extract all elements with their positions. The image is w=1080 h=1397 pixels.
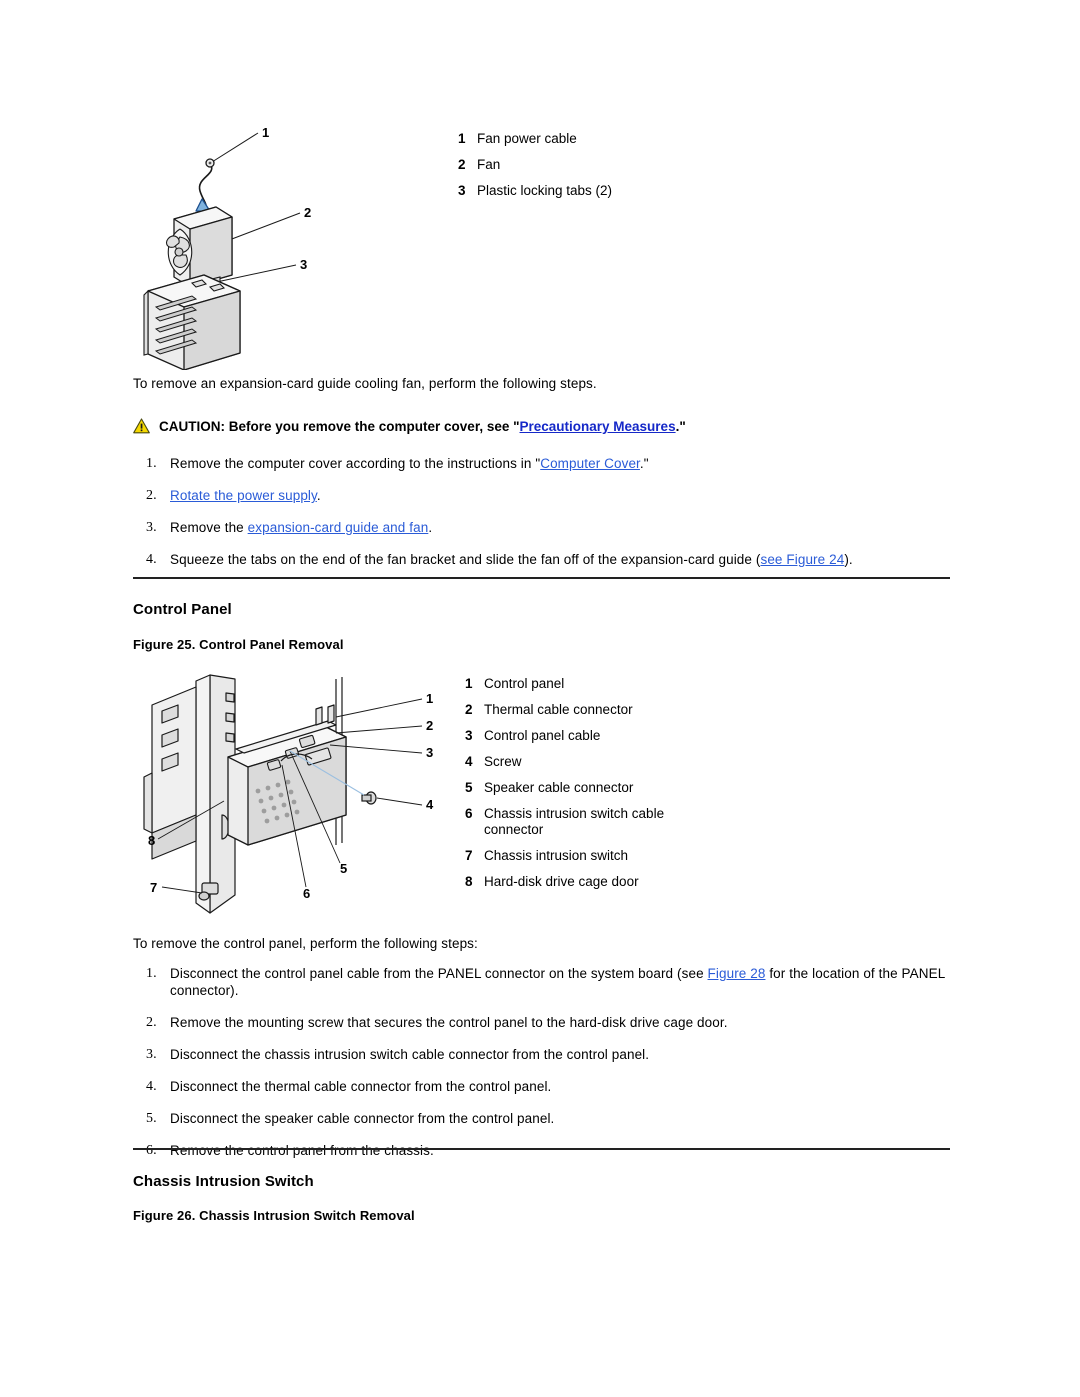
step-text: Remove the computer cover according to t… (170, 456, 541, 471)
step-text: ). (844, 552, 853, 567)
legend-label: Hard-disk drive cage door (484, 874, 639, 889)
step-text: Remove the mounting screw that secures t… (170, 1015, 728, 1030)
link-figure-28[interactable]: Figure 28 (708, 966, 766, 981)
link-precautionary-measures[interactable]: Precautionary Measures (520, 419, 676, 434)
step-text: . (428, 520, 433, 535)
caution-suffix: ." (675, 419, 686, 434)
fan-removal-illustration: 1 2 3 (140, 115, 340, 371)
step-text: Squeeze the tabs on the end of the fan b… (170, 552, 761, 567)
legend-number: 4 (465, 754, 473, 769)
svg-text:5: 5 (340, 861, 347, 876)
legend-number: 5 (465, 780, 473, 795)
svg-text:3: 3 (300, 257, 307, 272)
step-text: ." (639, 456, 649, 471)
svg-text:1: 1 (262, 125, 269, 140)
section-divider-chassis-intrusion (133, 1148, 950, 1150)
caution-banner: CAUTION: Before you remove the computer … (133, 417, 950, 438)
svg-text:1: 1 (426, 691, 433, 706)
svg-text:2: 2 (426, 718, 433, 733)
legend-label: Chassis intrusion switch cable connector (484, 806, 665, 837)
legend-number: 6 (465, 806, 473, 821)
svg-text:6: 6 (303, 886, 310, 901)
legend-label: Fan (477, 157, 501, 172)
svg-text:7: 7 (150, 880, 157, 895)
svg-text:8: 8 (148, 833, 155, 848)
fan-removal-steps: Remove the computer cover according to t… (133, 455, 950, 583)
step-item: Disconnect the thermal cable connector f… (133, 1078, 950, 1095)
legend-label: Chassis intrusion switch (484, 848, 629, 863)
legend-label: Fan power cable (477, 131, 577, 146)
legend-label: Screw (484, 754, 522, 769)
step-text: . (316, 488, 321, 503)
control-panel-removal-steps: Disconnect the control panel cable from … (133, 965, 950, 1174)
step-item: Disconnect the speaker cable connector f… (133, 1110, 950, 1127)
svg-text:3: 3 (426, 745, 433, 760)
caution-prefix: CAUTION: Before you remove the computer … (159, 419, 520, 434)
legend-item: 2 Thermal cable connector (465, 702, 715, 718)
step-item: Remove the mounting screw that secures t… (133, 1014, 950, 1031)
legend-item: 3 Plastic locking tabs (2) (458, 183, 758, 199)
figure-25-caption: Figure 25. Control Panel Removal (133, 637, 344, 652)
section-divider-control-panel (133, 577, 950, 579)
svg-text:4: 4 (426, 797, 434, 812)
legend-item: 4 Screw (465, 754, 715, 770)
step-text: Remove the (170, 520, 248, 535)
figure-26-caption: Figure 26. Chassis Intrusion Switch Remo… (133, 1208, 415, 1223)
legend-item: 2 Fan (458, 157, 758, 173)
fan-figure-legend: 1 Fan power cable 2 Fan 3 Plastic lockin… (458, 131, 758, 209)
step-item: Disconnect the control panel cable from … (133, 965, 950, 999)
fan-intro-paragraph: To remove an expansion-card guide coolin… (133, 376, 597, 391)
step-item: Remove the control panel from the chassi… (133, 1142, 950, 1159)
step-text: Remove the control panel from the chassi… (170, 1143, 434, 1158)
svg-text:2: 2 (304, 205, 311, 220)
legend-item: 3 Control panel cable (465, 728, 715, 744)
legend-item: 7 Chassis intrusion switch (465, 848, 715, 864)
legend-number: 3 (465, 728, 473, 743)
link-see-figure-24[interactable]: see Figure 24 (760, 552, 844, 567)
legend-number: 1 (458, 131, 466, 146)
control-panel-figure-legend: 1 Control panel 2 Thermal cable connecto… (465, 676, 715, 900)
legend-item: 5 Speaker cable connector (465, 780, 715, 796)
legend-item: 8 Hard-disk drive cage door (465, 874, 715, 890)
legend-number: 3 (458, 183, 466, 198)
caution-text: CAUTION: Before you remove the computer … (159, 417, 686, 435)
legend-number: 1 (465, 676, 473, 691)
step-item: Rotate the power supply. (133, 487, 950, 504)
step-item: Remove the expansion-card guide and fan. (133, 519, 950, 536)
legend-label: Thermal cable connector (484, 702, 633, 717)
legend-number: 2 (458, 157, 466, 172)
link-expansion-card-guide-and-fan[interactable]: expansion-card guide and fan (248, 520, 429, 535)
document-page: 1 2 3 1 Fan power cable 2 Fan 3 Plastic … (0, 0, 1080, 1397)
chassis-intrusion-heading: Chassis Intrusion Switch (133, 1173, 314, 1190)
legend-number: 7 (465, 848, 473, 863)
legend-item: 1 Control panel (465, 676, 715, 692)
warning-triangle-icon (133, 418, 150, 438)
legend-label: Control panel cable (484, 728, 601, 743)
legend-item: 6 Chassis intrusion switch cable connect… (465, 806, 715, 838)
control-panel-intro-paragraph: To remove the control panel, perform the… (133, 936, 478, 951)
legend-item: 1 Fan power cable (458, 131, 758, 147)
control-panel-removal-illustration: 1 2 3 4 5 6 7 8 (140, 665, 460, 927)
step-text: Disconnect the thermal cable connector f… (170, 1079, 552, 1094)
legend-label: Speaker cable connector (484, 780, 634, 795)
step-item: Disconnect the chassis intrusion switch … (133, 1046, 950, 1063)
step-item: Squeeze the tabs on the end of the fan b… (133, 551, 950, 568)
link-computer-cover[interactable]: Computer Cover (540, 456, 640, 471)
step-text: Disconnect the speaker cable connector f… (170, 1111, 555, 1126)
step-item: Remove the computer cover according to t… (133, 455, 950, 472)
link-rotate-power-supply[interactable]: Rotate the power supply (170, 488, 317, 503)
legend-number: 8 (465, 874, 473, 889)
step-text: Disconnect the chassis intrusion switch … (170, 1047, 650, 1062)
legend-number: 2 (465, 702, 473, 717)
control-panel-heading: Control Panel (133, 601, 232, 618)
legend-label: Control panel (484, 676, 565, 691)
step-text: Disconnect the control panel cable from … (170, 966, 708, 981)
legend-label: Plastic locking tabs (2) (477, 183, 613, 198)
